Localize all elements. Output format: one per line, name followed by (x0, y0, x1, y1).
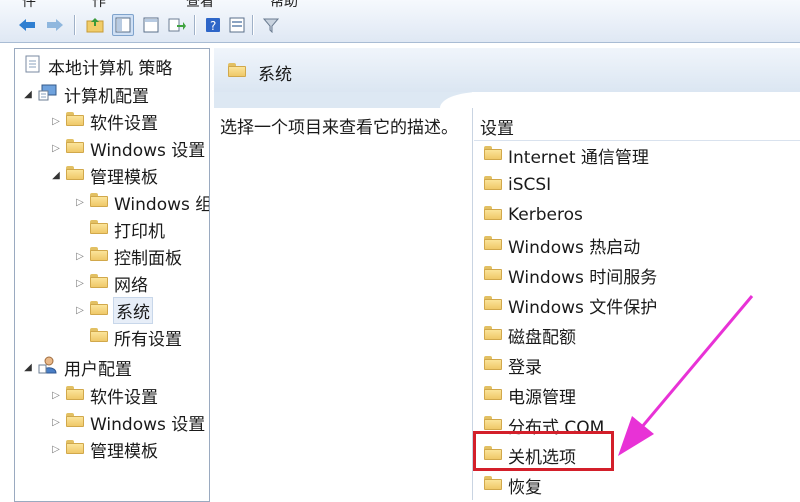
folder-icon (484, 145, 502, 165)
tree-item-system[interactable]: ▷ 系统 (73, 296, 153, 324)
folder-icon (66, 439, 84, 459)
toolbar: 件 作 查看 帮助 ? (0, 0, 800, 43)
collapsed-arrow-icon[interactable]: ▷ (49, 116, 63, 127)
tree-item-user-software-settings[interactable]: ▷ 软件设置 (49, 382, 158, 408)
collapsed-arrow-icon[interactable]: ▷ (73, 197, 87, 208)
list-item[interactable]: Windows 时间服务 (484, 262, 657, 288)
tree-pane: 本地计算机 策略 ◢ 计算机配置 ▷ 软件设置 ▷ Windows 设置 ◢ 管… (14, 48, 210, 502)
description-pane: 选择一个项目来查看它的描述。 (214, 108, 473, 500)
list-item[interactable]: 登录 (484, 352, 542, 378)
folder-icon (66, 385, 84, 405)
menu-file[interactable]: 件 (22, 0, 36, 11)
collapsed-arrow-icon[interactable]: ▷ (49, 143, 63, 154)
tree-item-windows-components[interactable]: ▷ Windows 组件 (73, 189, 209, 215)
folder-icon (90, 273, 108, 293)
tree-item-control-panel[interactable]: ▷ 控制面板 (73, 243, 182, 269)
expanded-arrow-icon[interactable]: ◢ (21, 89, 35, 100)
folder-icon (484, 475, 502, 495)
folder-icon (484, 295, 502, 315)
filter-icon[interactable] (260, 14, 282, 36)
description-text: 选择一个项目来查看它的描述。 (220, 118, 458, 138)
user-icon (38, 356, 58, 379)
folder-icon (66, 412, 84, 432)
folder-icon (66, 165, 84, 185)
menu-view[interactable]: 查看 (186, 0, 214, 11)
list-item[interactable]: 磁盘配额 (484, 322, 576, 348)
back-icon[interactable] (16, 14, 38, 36)
collapsed-arrow-icon[interactable]: ▷ (49, 417, 63, 428)
column-header-settings[interactable]: 设置 (480, 114, 514, 139)
up-folder-icon[interactable] (84, 14, 106, 36)
list-item[interactable]: Kerberos (484, 202, 583, 228)
list-item[interactable]: Windows 热启动 (484, 232, 640, 258)
folder-icon (66, 138, 84, 158)
folder-icon (484, 385, 502, 405)
tree-item-printers[interactable]: 打印机 (73, 216, 165, 242)
folder-icon (484, 325, 502, 345)
folder-icon (66, 111, 84, 131)
forward-icon[interactable] (44, 14, 66, 36)
expanded-arrow-icon[interactable]: ◢ (21, 362, 35, 373)
menu-action[interactable]: 作 (92, 0, 106, 11)
show-hide-tree-icon[interactable] (112, 14, 134, 36)
highlight-box (473, 431, 614, 471)
list-item[interactable]: 恢复 (484, 472, 542, 498)
list-item[interactable]: 电源管理 (484, 382, 576, 408)
menu-help[interactable]: 帮助 (270, 0, 298, 11)
folder-icon (228, 62, 246, 81)
help-icon[interactable]: ? (202, 14, 224, 36)
tree-item-user-windows-settings[interactable]: ▷ Windows 设置 (49, 409, 205, 435)
details-header: 系统 (214, 48, 800, 93)
expanded-arrow-icon[interactable]: ◢ (49, 170, 63, 181)
folder-icon (90, 246, 108, 266)
folder-icon (90, 300, 108, 320)
folder-icon (90, 192, 108, 212)
folder-icon (484, 265, 502, 285)
show-hide-pane-icon[interactable] (140, 14, 162, 36)
list-item[interactable]: iSCSI (484, 172, 551, 198)
folder-icon (484, 175, 502, 195)
folder-icon (484, 205, 502, 225)
collapsed-arrow-icon[interactable]: ▷ (73, 251, 87, 262)
tree-item-all-settings[interactable]: 所有设置 (73, 324, 182, 350)
folder-icon (484, 235, 502, 255)
tree-item-user-admin-templates[interactable]: ▷ 管理模板 (49, 436, 158, 462)
collapsed-arrow-icon[interactable]: ▷ (49, 390, 63, 401)
annotation-arrow-icon (618, 295, 754, 456)
tree-item-windows-settings[interactable]: ▷ Windows 设置 (49, 135, 205, 161)
tree-item-user-config[interactable]: ◢ 用户配置 (21, 354, 132, 380)
computer-icon (38, 83, 58, 106)
collapsed-arrow-icon[interactable]: ▷ (73, 278, 87, 289)
properties-icon[interactable] (226, 14, 248, 36)
folder-icon (90, 219, 108, 239)
export-list-icon[interactable] (166, 14, 188, 36)
tree-item-network[interactable]: ▷ 网络 (73, 270, 148, 296)
list-item[interactable]: Internet 通信管理 (484, 142, 649, 168)
tree-item-admin-templates[interactable]: ◢ 管理模板 (49, 162, 158, 188)
tree-item-computer-config[interactable]: ◢ 计算机配置 (21, 81, 149, 107)
page-title: 系统 (258, 65, 292, 85)
tree-item-software-settings[interactable]: ▷ 软件设置 (49, 108, 158, 134)
collapsed-arrow-icon[interactable]: ▷ (49, 444, 63, 455)
settings-folder-icon (90, 327, 108, 347)
policy-icon (24, 55, 42, 78)
folder-icon (484, 355, 502, 375)
collapsed-arrow-icon[interactable]: ▷ (73, 305, 87, 316)
svg-text:?: ? (210, 19, 216, 33)
tree-item-root[interactable]: 本地计算机 策略 (21, 53, 172, 79)
